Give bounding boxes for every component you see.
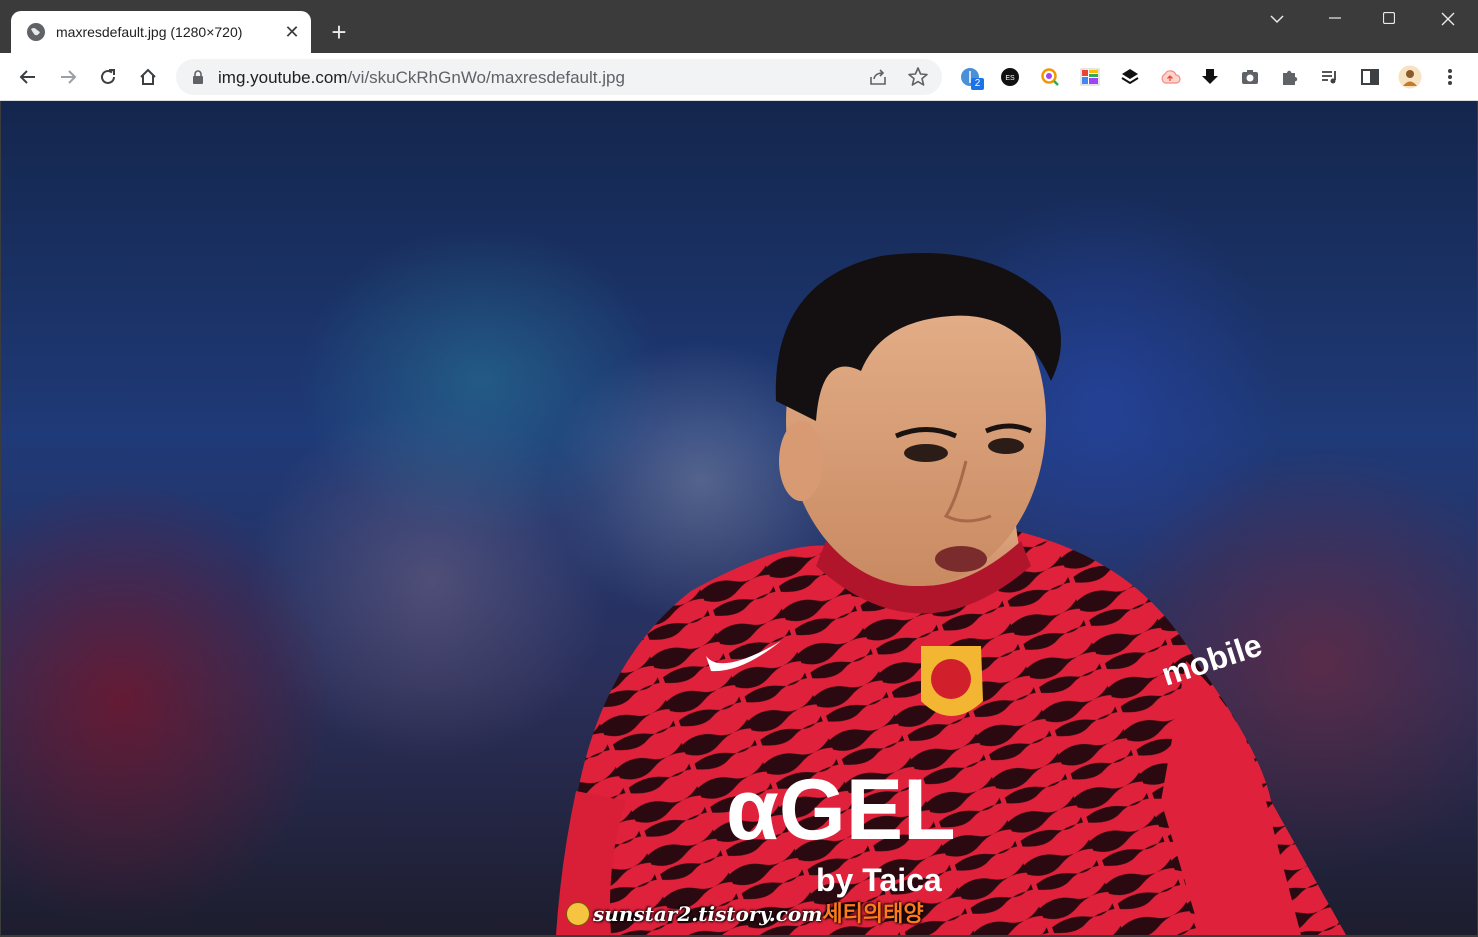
profile-avatar[interactable] [1398,65,1422,89]
minimize-icon[interactable] [1312,6,1358,34]
browser-menu-icon[interactable] [1438,65,1462,89]
watermark-url: sunstar2.tistory.com [593,902,823,926]
back-arrow-icon[interactable] [14,63,42,91]
home-icon[interactable] [134,63,162,91]
globe-icon [27,23,45,41]
football-player-photo: αGEL by Taica mobile [556,253,1346,935]
tab-strip: maxresdefault.jpg (1280×720) ✕ + [0,0,1478,53]
tab-search-chevron-down-icon[interactable] [1254,6,1300,34]
es-extension-icon[interactable]: ES [998,65,1022,89]
cloud-extension-icon[interactable] [1158,65,1182,89]
jersey-sponsor-text: αGEL [726,762,956,858]
watermark: sunstar2.tistory.com세티의태양 [566,896,924,928]
tab-title: maxresdefault.jpg (1280×720) [56,24,243,40]
media-controls-icon[interactable] [1318,65,1342,89]
new-tab-button[interactable]: + [325,19,353,47]
lock-icon[interactable] [192,70,204,89]
url-host: img.youtube.com [218,68,348,87]
es-extension-label: ES [1005,75,1015,82]
camera-extension-icon[interactable] [1238,65,1262,89]
active-tab[interactable]: maxresdefault.jpg (1280×720) ✕ [11,11,311,53]
url-text[interactable]: img.youtube.com/vi/skuCkRhGnWo/maxresdef… [218,68,625,88]
window-close-icon[interactable] [1425,6,1471,34]
forward-arrow-icon[interactable] [54,63,82,91]
reload-icon[interactable] [94,63,122,91]
url-path: /vi/skuCkRhGnWo/maxresdefault.jpg [347,68,625,87]
browser-toolbar: img.youtube.com/vi/skuCkRhGnWo/maxresdef… [0,53,1478,101]
address-bar[interactable]: img.youtube.com/vi/skuCkRhGnWo/maxresdef… [176,59,942,95]
share-icon[interactable] [866,65,890,94]
download-extension-icon[interactable] [1198,65,1222,89]
search-lens-extension-icon[interactable] [1038,65,1062,89]
jersey-sponsor-subtext: by Taica [816,862,942,898]
smiley-face-icon [566,902,590,926]
side-panel-icon[interactable] [1358,65,1382,89]
extensions-puzzle-icon[interactable] [1278,65,1302,89]
image-viewport[interactable]: αGEL by Taica mobile sunstar2.tistory.co… [1,101,1477,935]
translate-extension-icon[interactable]: 2 [958,65,984,90]
layers-extension-icon[interactable] [1118,65,1142,89]
watermark-korean: 세티의태양 [822,902,924,927]
colorful-grid-extension-icon[interactable] [1078,65,1102,89]
tab-close-icon[interactable]: ✕ [282,22,302,42]
maximize-icon[interactable] [1366,6,1412,34]
bookmark-star-icon[interactable] [906,65,930,94]
extension-badge: 2 [971,78,984,90]
